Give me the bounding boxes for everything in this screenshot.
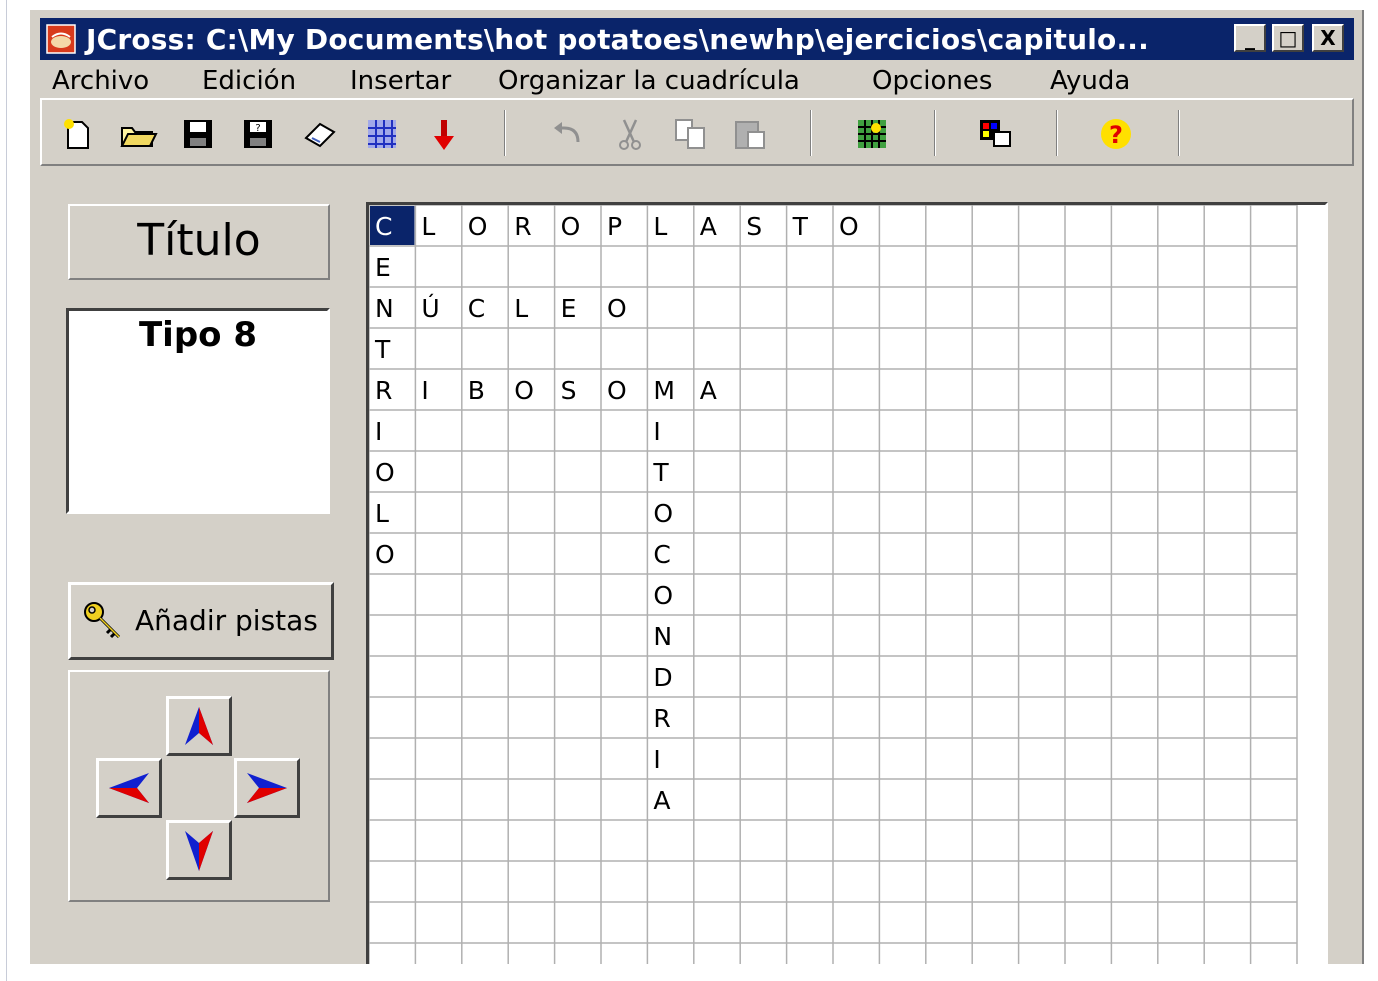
move-left-button[interactable] xyxy=(96,758,162,818)
grid-cell-letter[interactable]: A xyxy=(653,786,670,815)
puzzle-title-field[interactable]: Tipo 8 xyxy=(66,308,330,514)
move-down-button[interactable] xyxy=(166,820,232,880)
arrow-right-icon xyxy=(247,773,287,803)
grid-cell-letter[interactable]: O xyxy=(468,212,488,241)
move-right-button[interactable] xyxy=(234,758,300,818)
svg-text:?: ? xyxy=(255,123,260,134)
grid-cell-letter[interactable]: S xyxy=(746,212,762,241)
maximize-button[interactable]: □ xyxy=(1272,24,1304,52)
toolbar-separator xyxy=(934,110,936,156)
window-title: JCross: C:\My Documents\hot potatoes\new… xyxy=(86,23,1149,56)
menu-archivo[interactable]: Archivo xyxy=(52,66,149,96)
title-button[interactable]: Título xyxy=(68,204,330,280)
undo-icon[interactable] xyxy=(548,114,588,154)
title-bar[interactable]: JCross: C:\My Documents\hot potatoes\new… xyxy=(40,18,1354,60)
toolbar: ? ? xyxy=(40,98,1354,166)
close-button[interactable]: X xyxy=(1312,24,1344,52)
open-folder-icon[interactable] xyxy=(118,114,158,154)
grid-cell-letter[interactable]: N xyxy=(653,622,672,651)
grid-cell-letter[interactable]: I xyxy=(421,376,428,405)
arrow-pad xyxy=(68,670,330,902)
menu-opciones[interactable]: Opciones xyxy=(872,66,992,96)
grid-icon[interactable] xyxy=(852,114,892,154)
toolbar-separator xyxy=(810,110,812,156)
cut-icon[interactable] xyxy=(610,114,650,154)
help-icon[interactable]: ? xyxy=(1096,114,1136,154)
add-clues-label: Añadir pistas xyxy=(135,604,318,637)
grid-cell-letter[interactable]: R xyxy=(375,376,392,405)
grid-cell-letter[interactable]: I xyxy=(653,417,660,446)
grid-cell-letter[interactable]: O xyxy=(514,376,534,405)
save-icon[interactable] xyxy=(178,114,218,154)
grid-cell-letter[interactable]: L xyxy=(421,212,435,241)
grid-cell-letter[interactable]: I xyxy=(653,745,660,774)
grid-cell-letter[interactable]: E xyxy=(561,294,577,323)
grid-cell-letter[interactable]: O xyxy=(653,581,673,610)
jcross-app-icon xyxy=(46,24,76,54)
grid-cell-letter[interactable]: S xyxy=(561,376,577,405)
menu-ayuda[interactable]: Ayuda xyxy=(1050,66,1130,96)
arrow-up-icon xyxy=(185,707,213,745)
grid-cell-letter[interactable]: C xyxy=(468,294,485,323)
grid-cell-letter[interactable]: L xyxy=(653,212,667,241)
grid-cell-letter[interactable]: L xyxy=(514,294,528,323)
grid-cell-letter[interactable]: O xyxy=(653,499,673,528)
key-icon xyxy=(84,602,121,639)
grid-cell-letter[interactable]: C xyxy=(653,540,670,569)
page-edge-line xyxy=(6,0,7,981)
grid-cell-letter[interactable]: P xyxy=(607,212,622,241)
menu-organizar-cuadricula[interactable]: Organizar la cuadrícula xyxy=(498,66,800,96)
arrow-left-icon xyxy=(109,773,149,803)
paste-icon[interactable] xyxy=(730,114,770,154)
grid-cell-letter[interactable]: R xyxy=(653,704,670,733)
grid-cell-letter[interactable]: O xyxy=(375,458,395,487)
svg-text:?: ? xyxy=(1109,121,1123,149)
eraser-icon[interactable] xyxy=(300,114,340,154)
arrow-down-pad-icon xyxy=(185,831,213,871)
arrow-down-icon[interactable] xyxy=(424,114,464,154)
move-up-button[interactable] xyxy=(166,696,232,756)
grid-cell-letter[interactable]: O xyxy=(607,294,627,323)
grid-cell-letter[interactable]: T xyxy=(792,212,809,241)
copy-icon[interactable] xyxy=(670,114,710,154)
toolbar-separator xyxy=(504,110,506,156)
crossword-grid[interactable]: CLOROPLASTOENÚCLEOTRIBOSOMAIIOTLOOCONDRI… xyxy=(366,202,1328,964)
puzzle-title-text: Tipo 8 xyxy=(138,315,258,355)
toolbar-separator xyxy=(1178,110,1180,156)
grid-cell-letter[interactable]: E xyxy=(375,253,391,282)
grid-cell-letter[interactable]: R xyxy=(514,212,531,241)
grid-cell-letter[interactable]: L xyxy=(375,499,389,528)
grid-cell-letter[interactable]: A xyxy=(700,376,717,405)
toolbar-separator xyxy=(1056,110,1058,156)
grid-cell-letter[interactable]: C xyxy=(375,212,392,241)
web-export-icon[interactable] xyxy=(362,114,402,154)
grid-cell-letter[interactable]: A xyxy=(700,212,717,241)
minimize-button[interactable]: _ xyxy=(1234,24,1266,52)
palette-icon[interactable] xyxy=(976,114,1016,154)
crossword-grid-canvas: C L O R O P L A S T OEN Ú C L E OTR I B O S O M AI IO TL OO CONDRI… xyxy=(369,205,1298,964)
menu-insertar[interactable]: Insertar xyxy=(350,66,451,96)
grid-cell-letter[interactable]: T xyxy=(374,335,391,364)
grid-cell-letter[interactable]: O xyxy=(839,212,859,241)
grid-cell-letter[interactable]: N xyxy=(375,294,394,323)
grid-cell-letter[interactable]: O xyxy=(607,376,627,405)
grid-cell-letter[interactable]: M xyxy=(653,376,675,405)
grid-cell-letter[interactable]: O xyxy=(375,540,395,569)
grid-cell-letter[interactable]: I xyxy=(375,417,382,446)
menu-bar: Archivo Edición Insertar Organizar la cu… xyxy=(40,62,1354,102)
add-clues-button[interactable]: Añadir pistas xyxy=(68,582,334,660)
jcross-window: JCross: C:\My Documents\hot potatoes\new… xyxy=(30,10,1364,964)
grid-cell-letter[interactable]: O xyxy=(561,212,581,241)
menu-edicion[interactable]: Edición xyxy=(202,66,296,96)
grid-cell-letter[interactable]: Ú xyxy=(421,293,439,323)
new-file-icon[interactable] xyxy=(58,114,98,154)
grid-cell-letter[interactable]: D xyxy=(653,663,672,692)
grid-cell-letter[interactable]: T xyxy=(652,458,669,487)
grid-cell-letter[interactable]: B xyxy=(468,376,485,405)
save-as-icon[interactable]: ? xyxy=(238,114,278,154)
